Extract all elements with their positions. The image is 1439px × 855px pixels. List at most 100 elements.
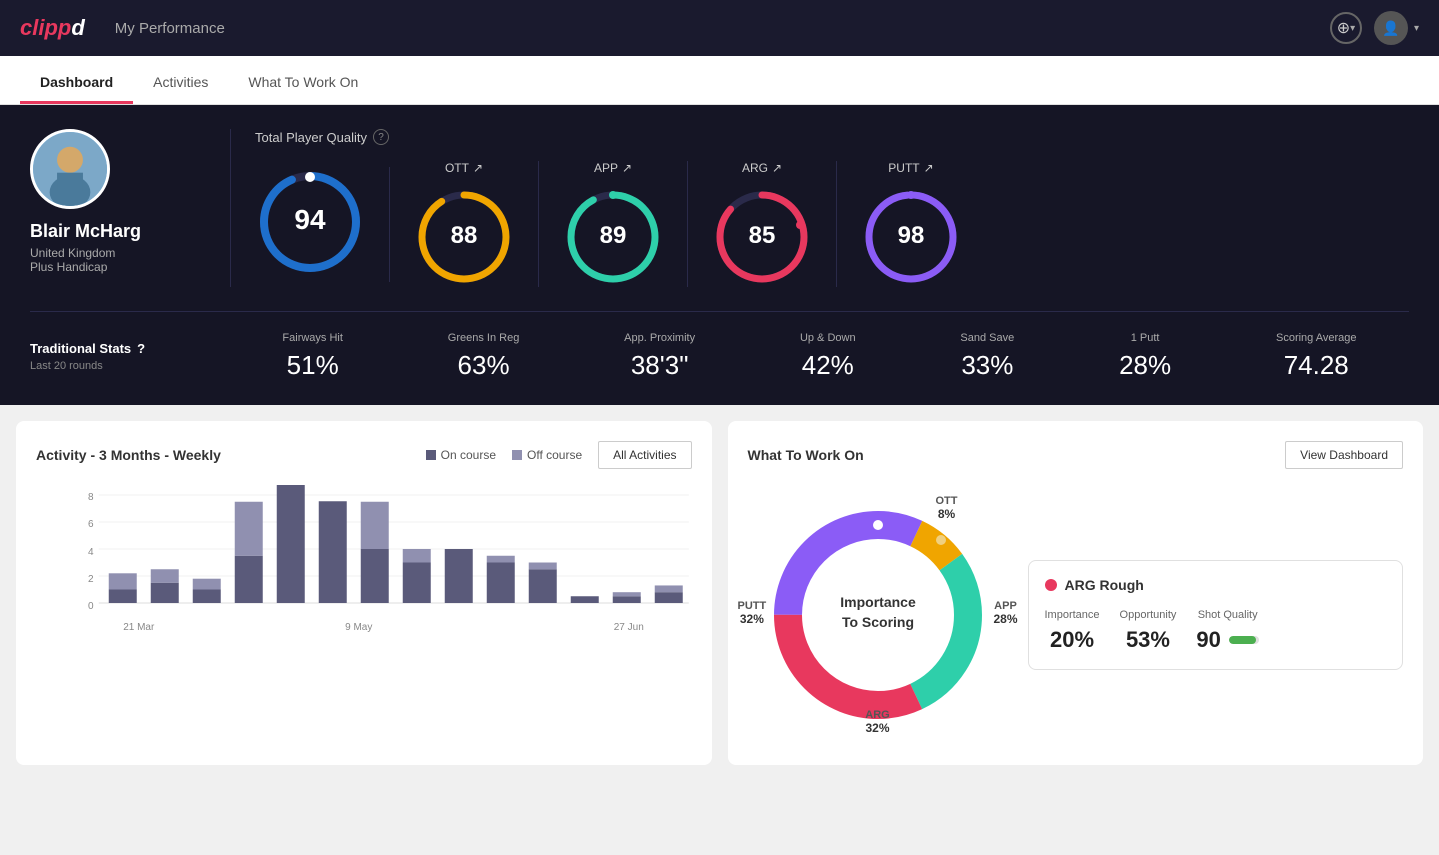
quality-section: Total Player Quality ? 94	[230, 129, 1409, 287]
player-avatar	[30, 129, 110, 209]
bar-3-on	[193, 590, 221, 604]
arg-rough-shot-quality: Shot Quality 90	[1196, 609, 1258, 653]
chart-legend: On course Off course	[426, 448, 583, 462]
bar-14-on	[655, 592, 683, 603]
putt-arrow-icon: ↗	[924, 161, 934, 175]
bar-6-on	[319, 501, 347, 603]
stat-app-proximity: App. Proximity 38'3"	[624, 332, 695, 381]
svg-text:94: 94	[294, 204, 326, 235]
player-name: Blair McHarg	[30, 221, 141, 242]
main-gauge-svg: 94	[255, 167, 365, 282]
app-arrow-icon: ↗	[622, 161, 632, 175]
stat-sand-save: Sand Save 33%	[960, 332, 1014, 381]
all-activities-button[interactable]: All Activities	[598, 441, 691, 469]
work-on-title: What To Work On	[748, 447, 864, 463]
on-course-legend-dot	[426, 450, 436, 460]
app-donut-label: APP 28%	[993, 600, 1017, 626]
svg-text:0: 0	[88, 601, 94, 612]
player-country: United Kingdom	[30, 246, 115, 260]
svg-text:85: 85	[749, 222, 776, 249]
tab-dashboard[interactable]: Dashboard	[20, 56, 133, 104]
gauge-arg: ARG ↗ 85	[688, 161, 837, 287]
legend-off-course: Off course	[512, 448, 582, 462]
svg-text:27 Jun: 27 Jun	[614, 622, 644, 633]
activity-card: Activity - 3 Months - Weekly On course O…	[16, 421, 712, 765]
gauge-main: 94	[255, 167, 390, 282]
trad-stats-title: Traditional Stats ?	[30, 341, 230, 356]
svg-text:Importance: Importance	[840, 594, 916, 610]
activity-chart-title: Activity - 3 Months - Weekly	[36, 447, 221, 463]
donut-svg: Importance To Scoring	[748, 485, 1008, 745]
svg-text:8: 8	[88, 492, 94, 503]
putt-label: PUTT ↗	[888, 161, 933, 175]
shot-quality-bar-fill	[1229, 636, 1256, 644]
work-on-header: What To Work On View Dashboard	[748, 441, 1404, 469]
arg-rough-title: ARG Rough	[1065, 577, 1144, 593]
arg-arrow-icon: ↗	[772, 161, 782, 175]
svg-text:6: 6	[88, 519, 94, 530]
gauge-putt: PUTT ↗ 98	[837, 161, 985, 287]
stats-banner: Blair McHarg United Kingdom Plus Handica…	[0, 105, 1439, 405]
gauge-ott: OTT ↗ 88	[390, 161, 539, 287]
header-right: ⊕ ▾ 👤 ▾	[1330, 11, 1419, 45]
header: clippd My Performance ⊕ ▾ 👤 ▾	[0, 0, 1439, 56]
putt-donut-label: PUTT 32%	[738, 600, 767, 626]
banner-top: Blair McHarg United Kingdom Plus Handica…	[30, 129, 1409, 287]
tab-activities[interactable]: Activities	[133, 56, 228, 104]
shot-quality-bar	[1229, 636, 1259, 644]
activity-card-header: Activity - 3 Months - Weekly On course O…	[36, 441, 692, 469]
ott-donut-label: OTT 8%	[936, 495, 958, 521]
app-label: APP ↗	[594, 161, 632, 175]
profile-button[interactable]: 👤 ▾	[1374, 11, 1419, 45]
bar-8-on	[403, 563, 431, 604]
arg-rough-opportunity: Opportunity 53%	[1120, 609, 1177, 653]
trad-stats-subtitle: Last 20 rounds	[30, 360, 230, 372]
bar-1-off	[109, 573, 137, 589]
svg-text:4: 4	[88, 547, 94, 558]
arg-rough-dot	[1045, 579, 1057, 591]
svg-text:2: 2	[88, 574, 94, 585]
quality-title: Total Player Quality ?	[255, 129, 1409, 145]
activity-chart-svg: 8 6 4 2 0	[66, 485, 692, 705]
arg-rough-header: ARG Rough	[1045, 577, 1387, 593]
svg-text:98: 98	[898, 222, 925, 249]
player-info: Blair McHarg United Kingdom Plus Handica…	[30, 129, 230, 287]
bar-13-on	[613, 596, 641, 603]
work-on-content: Importance To Scoring OTT 8% APP 28% ARG	[748, 485, 1404, 745]
arg-rough-card: ARG Rough Importance 20% Opportunity 53%…	[1028, 560, 1404, 670]
stat-up-and-down: Up & Down 42%	[800, 332, 856, 381]
stat-1-putt: 1 Putt 28%	[1119, 332, 1171, 381]
stat-scoring-average: Scoring Average 74.28	[1276, 332, 1357, 381]
chevron-down-icon: ▾	[1350, 23, 1355, 34]
tab-what-to-work-on[interactable]: What To Work On	[228, 56, 378, 104]
nav-tabs: Dashboard Activities What To Work On	[0, 56, 1439, 105]
bar-2-off	[151, 569, 179, 583]
ott-label: OTT ↗	[445, 161, 483, 175]
bar-12-on	[571, 596, 599, 603]
bar-9-on	[445, 549, 473, 603]
quality-gauges: 94 OTT ↗ 88	[255, 161, 1409, 287]
svg-text:89: 89	[600, 222, 627, 249]
bar-11-off	[529, 563, 557, 570]
bar-1-on	[109, 590, 137, 604]
arg-donut-label: ARG 32%	[865, 709, 889, 735]
arg-rough-stats: Importance 20% Opportunity 53% Shot Qual…	[1045, 609, 1387, 653]
ott-arrow-icon: ↗	[473, 161, 483, 175]
header-title: My Performance	[115, 20, 225, 37]
bar-3-off	[193, 579, 221, 590]
svg-text:9 May: 9 May	[345, 622, 372, 633]
view-dashboard-button[interactable]: View Dashboard	[1285, 441, 1403, 469]
quality-help-icon[interactable]: ?	[373, 129, 389, 145]
chart-wrapper: 8 6 4 2 0	[36, 485, 692, 710]
bar-13-off	[613, 592, 641, 596]
trad-stats-help-icon[interactable]: ?	[137, 341, 145, 356]
bar-10-off	[487, 556, 515, 563]
bar-14-off	[655, 585, 683, 592]
add-button[interactable]: ⊕ ▾	[1330, 12, 1362, 44]
bar-7-on	[361, 549, 389, 603]
svg-text:88: 88	[451, 222, 478, 249]
bar-5-on	[277, 485, 305, 603]
off-course-legend-dot	[512, 450, 522, 460]
traditional-stats: Traditional Stats ? Last 20 rounds Fairw…	[30, 311, 1409, 381]
svg-text:To Scoring: To Scoring	[841, 614, 913, 630]
